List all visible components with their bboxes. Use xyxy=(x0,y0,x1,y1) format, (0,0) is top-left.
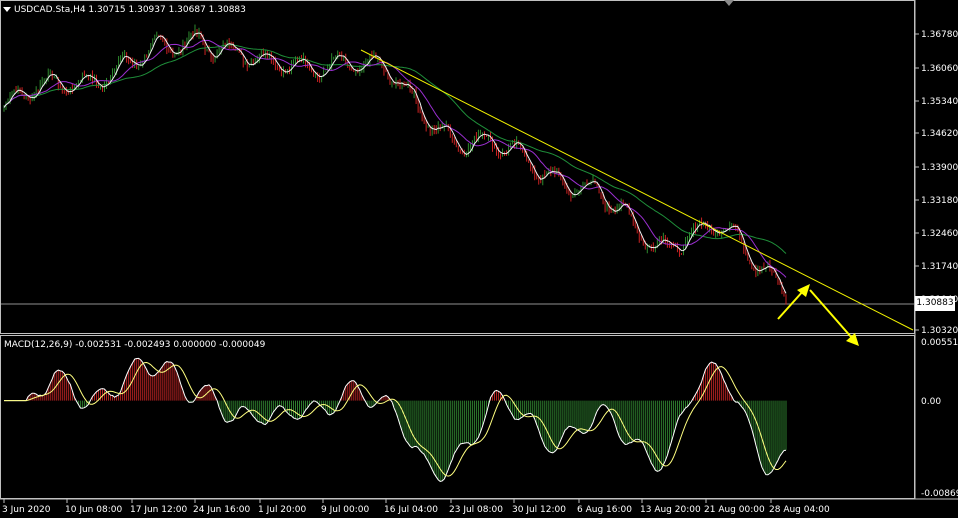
time-tick-label: 6 Aug 16:00 xyxy=(577,505,632,515)
resistance-trendline[interactable] xyxy=(360,49,914,331)
time-tick-label: 1 Jul 20:00 xyxy=(258,505,307,515)
price-tick-label: 1.34620 xyxy=(921,129,958,139)
time-tick-label: 9 Jul 00:00 xyxy=(321,505,370,515)
time-tick-label: 23 Jul 08:00 xyxy=(449,505,503,515)
price-tick-label: 1.33900 xyxy=(921,163,958,173)
price-tick-label: 1.36060 xyxy=(921,64,958,74)
time-tick-label: 16 Jul 04:00 xyxy=(384,505,438,515)
macd-header: MACD(12,26,9) -0.002531 -0.002493 0.0000… xyxy=(4,340,266,350)
time-tick-label: 3 Jun 2020 xyxy=(2,505,51,515)
time-tick-label: 21 Aug 00:00 xyxy=(704,505,765,515)
triangle-marker-icon[interactable] xyxy=(724,0,734,6)
symbol-header: USDCAD.Sta,H4 1.30715 1.30937 1.30687 1.… xyxy=(14,5,246,15)
price-tick-label: 1.35340 xyxy=(921,97,958,107)
macd-panel-frame xyxy=(0,335,915,499)
macd-tick-label: 0.00 xyxy=(921,397,941,407)
macd-axis-ticks: 0.005518 0.00 -0.008694 xyxy=(921,338,958,499)
current-price-tag: 1.30883 xyxy=(915,296,955,311)
mid-ma-line xyxy=(3,39,787,278)
time-axis-labels: 3 Jun 2020 10 Jun 08:00 17 Jun 12:00 24 Jun… xyxy=(2,499,830,515)
triangle-down-icon[interactable] xyxy=(3,7,11,12)
time-tick-label: 24 Jun 16:00 xyxy=(193,505,250,515)
price-axis-ticks: 1.36780 1.36060 1.35340 1.34620 1.33900 1.331… xyxy=(915,30,958,336)
signal-line xyxy=(4,361,787,477)
down-arrow-head xyxy=(846,333,859,346)
macd-tick-label: -0.008694 xyxy=(921,489,958,499)
indicator-overlays xyxy=(3,32,787,294)
price-panel-frame xyxy=(0,0,915,334)
macd-layer xyxy=(4,357,787,483)
macd-tick-label: 0.005518 xyxy=(921,338,958,348)
down-arrow-shaft xyxy=(809,289,853,339)
time-tick-label: 10 Jun 08:00 xyxy=(65,505,122,515)
price-tick-label: 1.31740 xyxy=(921,262,958,272)
price-tick-label: 1.36780 xyxy=(921,30,958,40)
fast-ma-line xyxy=(3,32,787,294)
time-tick-label: 28 Aug 04:00 xyxy=(769,505,830,515)
time-tick-label: 17 Jun 12:00 xyxy=(130,505,187,515)
price-tick-label: 1.30320 xyxy=(921,326,958,336)
trading-chart[interactable]: USDCAD.Sta,H4 1.30715 1.30937 1.30687 1.… xyxy=(0,0,958,518)
macd-line xyxy=(4,357,787,483)
up-arrow-shaft xyxy=(777,289,805,320)
price-tick-label: 1.32460 xyxy=(921,229,958,239)
time-tick-label: 13 Aug 20:00 xyxy=(640,505,701,515)
time-tick-label: 30 Jul 12:00 xyxy=(512,505,566,515)
forecast-arrows[interactable] xyxy=(777,284,859,346)
price-tick-label: 1.33180 xyxy=(921,196,958,206)
